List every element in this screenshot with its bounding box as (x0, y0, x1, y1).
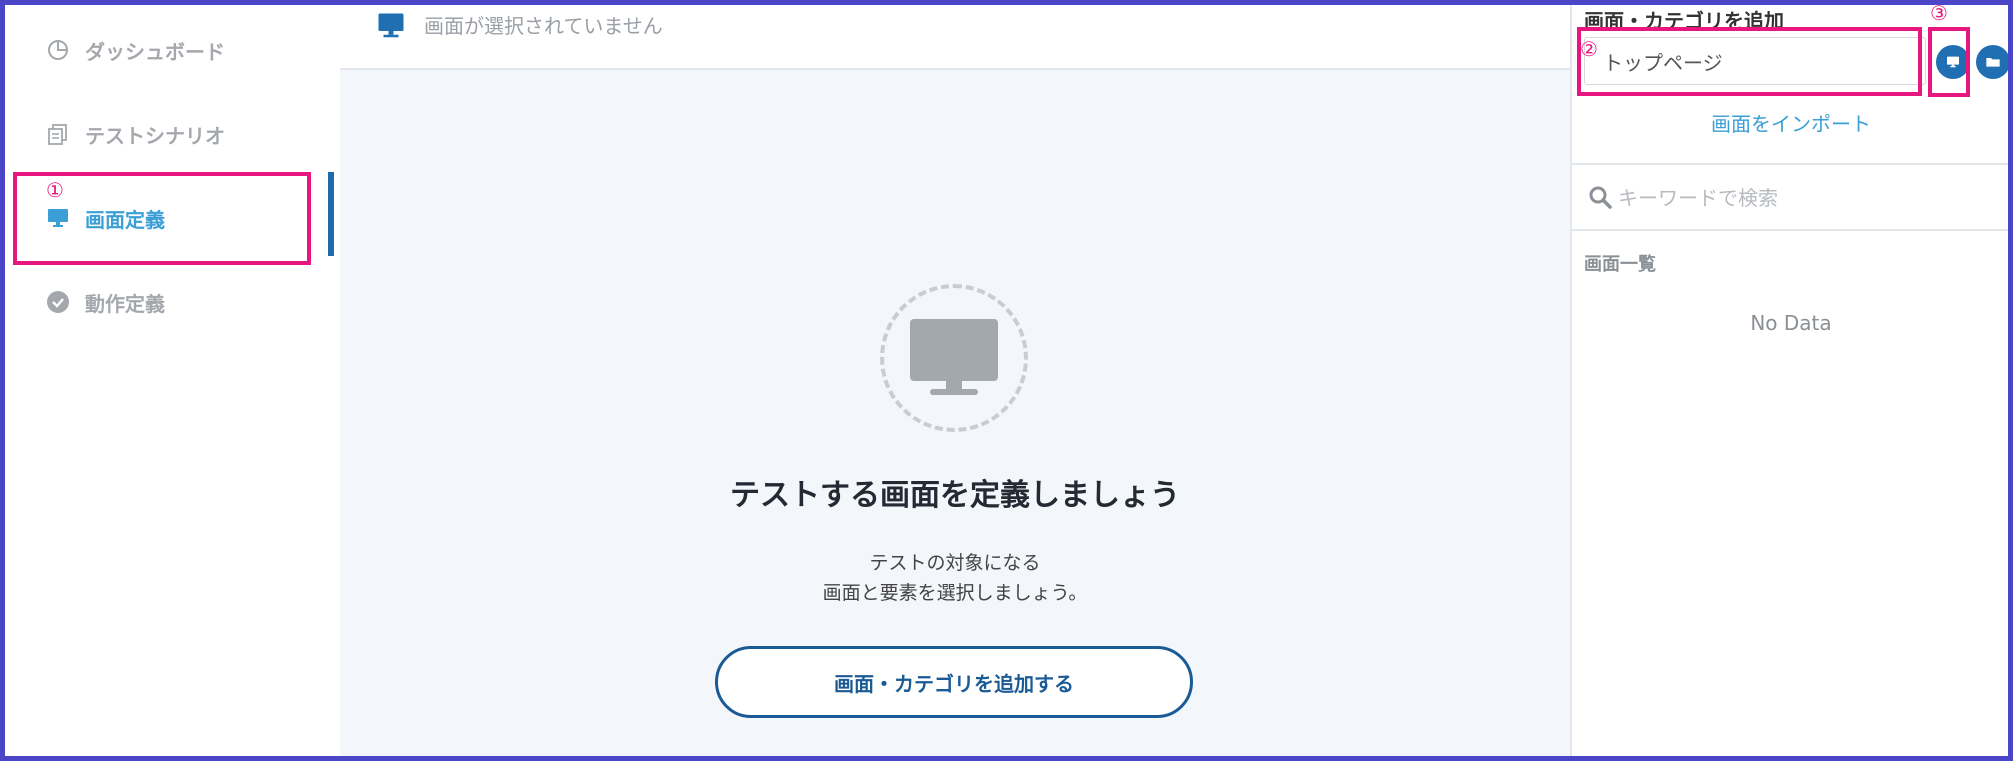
search-icon (1588, 185, 1612, 213)
annotation-box-3 (1928, 27, 1970, 97)
sidebar-item-label: 動作定義 (85, 291, 165, 316)
right-panel: 画面・カテゴリを追加 画面をインポート 画面一覧 No Data (1570, 5, 2010, 756)
add-category-button[interactable] (1976, 45, 2010, 79)
sidebar: ダッシュボード テストシナリオ 画面定義 動作定義 (5, 5, 340, 756)
divider (1572, 229, 2010, 231)
screen-header: 画面が選択されていません (340, 5, 1570, 70)
empty-state-title: テストする画面を定義しましょう (730, 478, 1180, 513)
main-content: テストする画面を定義しましょう テストの対象になる 画面と要素を選択しましょう。… (340, 70, 1570, 756)
screen-list-title: 画面一覧 (1584, 254, 1656, 275)
sidebar-item-test-scenario[interactable]: テストシナリオ (5, 102, 340, 166)
annotation-number-2: ② (1580, 37, 1598, 61)
add-screen-category-button[interactable]: 画面・カテゴリを追加する (715, 646, 1193, 718)
monitor-icon (910, 319, 998, 395)
search-bar (1572, 165, 2010, 229)
document-copy-icon (45, 121, 71, 147)
empty-state-illustration (880, 284, 1028, 432)
pie-chart-icon (45, 37, 71, 63)
search-input[interactable] (1616, 179, 1980, 217)
sidebar-item-dashboard[interactable]: ダッシュボード (5, 18, 340, 82)
empty-state-description: テストの対象になる (869, 552, 1041, 574)
no-data-text: No Data (1750, 311, 1832, 335)
import-screen-link[interactable]: 画面をインポート (1572, 108, 2010, 137)
folder-icon (1986, 58, 2000, 67)
sidebar-item-label: ダッシュボード (85, 39, 225, 64)
annotation-box-2 (1577, 27, 1922, 96)
check-circle-icon (45, 289, 71, 315)
monitor-icon (376, 11, 406, 45)
sidebar-item-action-definition[interactable]: 動作定義 (5, 270, 340, 334)
annotation-number-1: ① (46, 178, 64, 202)
active-indicator (328, 172, 334, 256)
annotation-number-3: ③ (1930, 1, 1948, 25)
empty-state-description: 画面と要素を選択しましょう。 (822, 582, 1088, 604)
no-screen-selected-text: 画面が選択されていません (424, 14, 663, 38)
sidebar-item-label: テストシナリオ (85, 123, 225, 148)
